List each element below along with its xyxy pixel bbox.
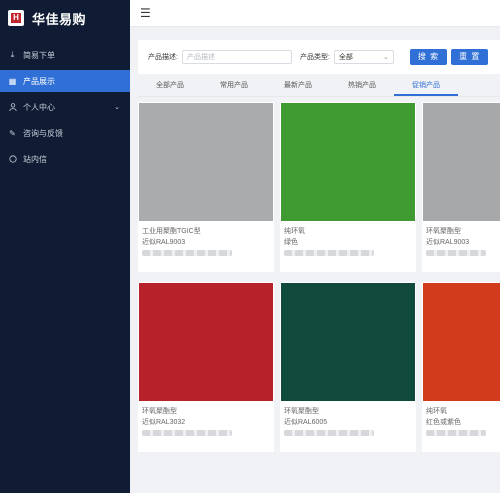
product-color: 近似RAL9003 bbox=[426, 239, 470, 246]
product-card[interactable]: 工业用聚酯TGIC型 近似RAL9003 bbox=[138, 102, 274, 272]
redacted-text bbox=[426, 430, 486, 436]
main-area: ☰ 产品描述: 产品描述 产品类型: 全部 ⌄ 搜 索 重 置 全部产品 常用产… bbox=[130, 0, 500, 493]
logo-row[interactable]: H 华佳易购 bbox=[0, 0, 130, 36]
grid-icon: ▦ bbox=[8, 76, 17, 86]
tab-latest[interactable]: 最新产品 bbox=[266, 78, 330, 96]
sidebar-item-label: 站内信 bbox=[23, 154, 47, 164]
logo: H bbox=[8, 10, 24, 26]
sidebar-item-label: 咨询与反馈 bbox=[23, 128, 63, 138]
download-icon: ⤓ bbox=[10, 50, 15, 59]
product-info: 环氧聚酯型 近似RAL9003 bbox=[422, 222, 500, 260]
product-card[interactable]: 环氧聚酯型 近似RAL3032 bbox=[138, 282, 274, 452]
redacted-text bbox=[142, 250, 232, 256]
chevron-down-icon: ⌄ bbox=[383, 54, 389, 61]
brand-name: 华佳易购 bbox=[32, 11, 87, 27]
product-info: 环氧聚酯型 近似RAL3032 bbox=[138, 402, 274, 440]
product-swatch[interactable] bbox=[281, 283, 415, 401]
product-name: 纯环氧 bbox=[426, 408, 447, 415]
product-color: 绿色 bbox=[284, 239, 298, 246]
product-swatch[interactable] bbox=[423, 283, 500, 401]
message-icon bbox=[8, 155, 17, 164]
product-name: 环氧聚酯型 bbox=[142, 408, 177, 415]
sidebar-item-label: 简易下单 bbox=[23, 50, 55, 60]
product-info: 工业用聚酯TGIC型 近似RAL9003 bbox=[138, 222, 274, 260]
product-color: 近似RAL3032 bbox=[142, 419, 186, 426]
product-name: 工业用聚酯TGIC型 bbox=[142, 228, 201, 235]
sidebar: H 华佳易购 ⤓ 简易下单 ▦ 产品展示 个人中心 ⌄ ✎ 咨询与反馈 站内信 bbox=[0, 0, 130, 493]
product-swatch[interactable] bbox=[139, 103, 273, 221]
sidebar-item-quick-order[interactable]: ⤓ 简易下单 bbox=[0, 44, 130, 66]
product-desc-label: 产品描述: bbox=[148, 54, 178, 61]
sidebar-item-personal[interactable]: 个人中心 ⌄ bbox=[0, 96, 130, 118]
product-color: 近似RAL6005 bbox=[284, 419, 328, 426]
sidebar-item-feedback[interactable]: ✎ 咨询与反馈 bbox=[0, 122, 130, 144]
redacted-text bbox=[142, 430, 232, 436]
product-desc-input[interactable]: 产品描述 bbox=[181, 50, 292, 64]
tab-hot[interactable]: 热销产品 bbox=[330, 78, 394, 96]
tab-all[interactable]: 全部产品 bbox=[138, 78, 202, 96]
product-name: 纯环氧 bbox=[284, 228, 305, 235]
redacted-text bbox=[284, 250, 374, 256]
sidebar-item-label: 产品展示 bbox=[23, 76, 55, 86]
sidebar-item-messages[interactable]: 站内信 bbox=[0, 148, 130, 170]
user-icon bbox=[8, 103, 17, 112]
top-bar: ☰ bbox=[130, 0, 500, 27]
edit-icon: ✎ bbox=[9, 128, 16, 138]
product-type-label: 产品类型: bbox=[299, 54, 330, 61]
tab-promotion[interactable]: 促销产品 bbox=[394, 78, 458, 96]
product-color: 近似RAL9003 bbox=[142, 239, 186, 246]
redacted-text bbox=[426, 250, 486, 256]
product-info: 环氧聚酯型 近似RAL6005 bbox=[280, 402, 416, 440]
product-card[interactable]: 环氧聚酯型 近似RAL6005 bbox=[280, 282, 416, 452]
logo-mark: H bbox=[11, 13, 21, 23]
search-button[interactable]: 搜 索 bbox=[409, 49, 448, 65]
product-name: 环氧聚酯型 bbox=[426, 228, 461, 235]
product-swatch[interactable] bbox=[423, 103, 500, 221]
sidebar-item-label: 个人中心 bbox=[23, 102, 55, 112]
product-name: 环氧聚酯型 bbox=[284, 408, 319, 415]
product-card[interactable]: 环氧聚酯型 近似RAL9003 bbox=[422, 102, 500, 272]
product-card[interactable]: 纯环氧 绿色 bbox=[280, 102, 416, 272]
product-swatch[interactable] bbox=[139, 283, 273, 401]
product-swatch[interactable] bbox=[281, 103, 415, 221]
product-info: 纯环氧 红色或紫色 bbox=[422, 402, 500, 440]
product-info: 纯环氧 绿色 bbox=[280, 222, 416, 260]
chevron-down-icon: ⌄ bbox=[114, 104, 120, 111]
product-type-value: 全部 bbox=[338, 54, 353, 61]
tab-common[interactable]: 常用产品 bbox=[202, 78, 266, 96]
product-card[interactable]: 纯环氧 红色或紫色 bbox=[422, 282, 500, 452]
filter-bar: 产品描述: 产品描述 产品类型: 全部 ⌄ 搜 索 重 置 bbox=[138, 40, 500, 74]
sidebar-item-products[interactable]: ▦ 产品展示 bbox=[0, 70, 130, 92]
sidebar-menu: ⤓ 简易下单 ▦ 产品展示 个人中心 ⌄ ✎ 咨询与反馈 站内信 bbox=[0, 44, 130, 170]
product-color: 红色或紫色 bbox=[426, 419, 461, 426]
product-tabs: 全部产品 常用产品 最新产品 热销产品 促销产品 bbox=[138, 78, 500, 97]
reset-button[interactable]: 重 置 bbox=[451, 49, 489, 65]
redacted-text bbox=[284, 430, 374, 436]
menu-toggle-icon[interactable]: ☰ bbox=[140, 6, 151, 20]
product-type-select[interactable]: 全部 ⌄ bbox=[333, 50, 394, 64]
